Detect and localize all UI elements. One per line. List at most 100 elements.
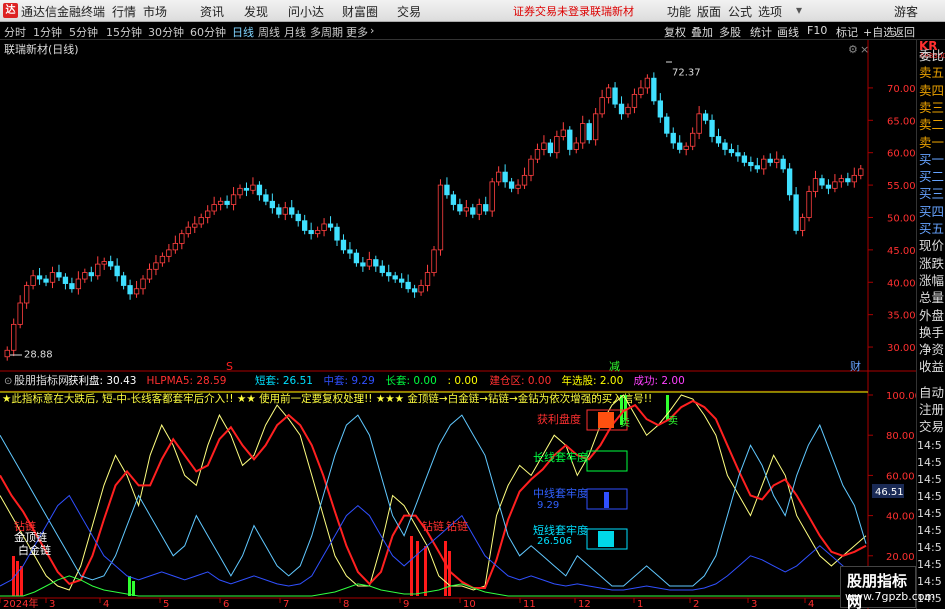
signal-bar-red-4 [416, 541, 419, 596]
candle-body-28 [185, 226, 191, 235]
legend-item-2: 短套: 26.51 [255, 374, 313, 387]
candle-body-84 [547, 142, 554, 154]
candle-body-2 [17, 302, 23, 325]
close-icon[interactable]: × [860, 43, 869, 56]
menu-news[interactable]: 资讯 [200, 3, 224, 20]
menu-layout[interactable]: 版面 [697, 3, 721, 20]
ind-ytick-label-4: 100.00 [886, 391, 916, 402]
chevron-right-icon[interactable]: › [370, 24, 374, 37]
overlay-button[interactable]: 叠加 [691, 24, 713, 40]
draw-line-button[interactable]: 画线 [777, 24, 799, 40]
candle-body-124 [806, 191, 812, 218]
candle-body-132 [858, 168, 864, 176]
period-60min[interactable]: 60分钟 [190, 24, 226, 40]
xtick-label-14: 4 [808, 599, 814, 609]
panel-tab-0[interactable]: 自动 [919, 385, 944, 401]
candle-body-56 [366, 259, 373, 267]
candle-body-92 [599, 97, 605, 115]
signal-bar-red-5 [424, 546, 427, 596]
gear-icon[interactable]: ⚙ [848, 43, 858, 56]
candle-body-121 [786, 168, 793, 196]
back-button[interactable]: 返回 [893, 24, 915, 40]
candle-body-62 [405, 281, 411, 290]
candle-body-67 [437, 184, 444, 251]
cai-marker: 财 [850, 359, 861, 373]
candle-body-111 [722, 142, 728, 150]
quote-label-16: 换手 [919, 324, 945, 340]
panel-tab-1[interactable]: 注册 [919, 402, 944, 418]
candle-body-49 [321, 223, 327, 231]
quote-label-8: 买三 [919, 186, 945, 202]
candle-body-43 [282, 207, 288, 215]
menu-discover[interactable]: 发现 [244, 3, 268, 20]
candle-body-94 [612, 87, 618, 105]
stats-button[interactable]: 统计 [750, 24, 772, 40]
indicator-settings-icon[interactable]: ⊙ [4, 376, 12, 387]
candle-body-89 [580, 123, 586, 144]
profit-box-fill [598, 412, 614, 428]
candle-body-0 [4, 349, 10, 358]
adjust-button[interactable]: 复权 [664, 24, 686, 40]
stock-link[interactable]: 联瑞新材 [590, 3, 634, 19]
menu-quotes[interactable]: 行情 [112, 3, 136, 20]
period-monthly[interactable]: 月线 [284, 24, 306, 40]
s-marker: S [226, 360, 233, 373]
signal-bar-red-3 [410, 536, 413, 596]
candle-body-4 [30, 275, 36, 286]
candle-body-119 [774, 158, 780, 163]
quote-label-3: 卖三 [919, 99, 945, 115]
period-more[interactable]: 更多 [346, 24, 368, 40]
period-intraday[interactable]: 分时 [4, 24, 26, 40]
menu-options[interactable]: 选项 [758, 3, 782, 20]
signal-zuan-mid2: 钻链 [446, 519, 468, 533]
candle-body-61 [399, 278, 405, 283]
candle-body-68 [444, 184, 450, 196]
ind-ytick-label-2: 60.00 [886, 471, 915, 482]
guest-link[interactable]: 游客 [894, 3, 918, 20]
candle-body-23 [153, 262, 159, 270]
period-daily[interactable]: 日线 [232, 24, 254, 40]
candle-body-18 [120, 275, 127, 286]
period-15min[interactable]: 15分钟 [106, 24, 142, 40]
menu-trade[interactable]: 交易 [397, 3, 421, 20]
menu-ask[interactable]: 问小达 [288, 3, 324, 20]
period-weekly[interactable]: 周线 [258, 24, 280, 40]
sell-marker-2: 卖 [668, 415, 678, 427]
tick-time-6: 14:5 [917, 541, 942, 554]
period-1min[interactable]: 1分钟 [33, 24, 62, 40]
quote-label-4: 卖二 [919, 117, 945, 133]
menu-function[interactable]: 功能 [667, 3, 691, 20]
candle-body-15 [101, 261, 107, 265]
candle-body-10 [69, 283, 75, 290]
add-watchlist-button[interactable]: +自选 [863, 24, 894, 40]
candle-body-109 [709, 119, 715, 137]
candle-body-29 [192, 223, 198, 228]
quote-label-1: 卖五 [919, 65, 945, 81]
menu-wealth[interactable]: 财富圈 [342, 3, 378, 20]
login-notice[interactable]: 证券交易未登录 [513, 3, 590, 19]
panel-tab-2[interactable]: 交易 [919, 419, 944, 435]
candle-body-126 [819, 178, 825, 186]
more-icon[interactable]: ▾ [796, 3, 802, 17]
candle-body-19 [127, 285, 133, 295]
candle-body-128 [832, 181, 838, 189]
period-30min[interactable]: 30分钟 [148, 24, 184, 40]
period-multi[interactable]: 多周期 [310, 24, 343, 40]
f10-button[interactable]: F10 [807, 24, 827, 37]
mark-button[interactable]: 标记 [836, 24, 858, 40]
period-5min[interactable]: 5分钟 [69, 24, 98, 40]
legend-item-8: 成功: 2.00 [634, 375, 685, 387]
candle-body-25 [166, 249, 172, 257]
menu-market[interactable]: 市场 [143, 3, 167, 20]
quote-label-14: 总量 [919, 290, 945, 306]
candle-body-17 [114, 265, 120, 277]
candle-body-14 [95, 263, 101, 277]
candle-body-20 [133, 288, 140, 295]
quote-label-10: 买五 [919, 221, 945, 236]
quote-label-6: 买一 [919, 151, 945, 167]
menu-formula[interactable]: 公式 [728, 3, 752, 20]
multi-stock-button[interactable]: 多股 [719, 24, 741, 40]
candle-body-35 [230, 194, 237, 205]
signal-baijin: 白金链 [18, 543, 51, 557]
legend-item-0: 获利盘: 30.43 [68, 374, 136, 387]
